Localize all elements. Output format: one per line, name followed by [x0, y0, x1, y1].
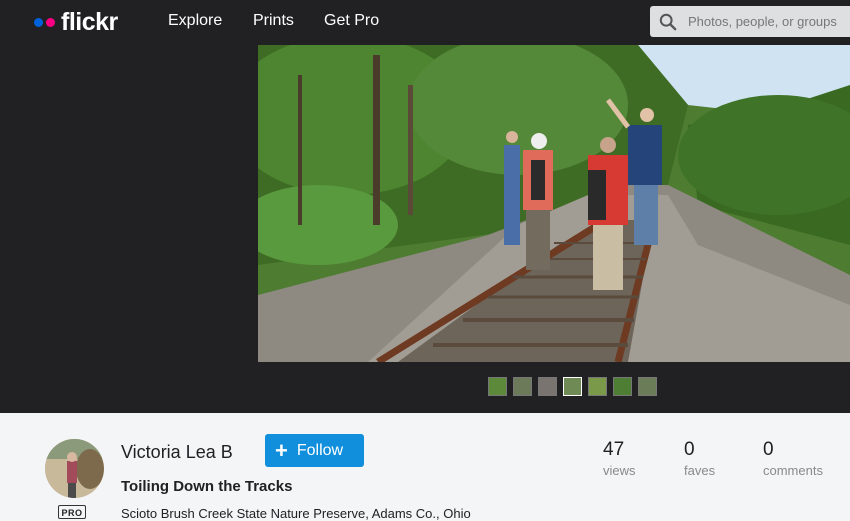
- thumbnail[interactable]: [513, 377, 532, 396]
- photo-viewer: [0, 44, 850, 413]
- comments-label: comments: [763, 463, 823, 478]
- search-icon[interactable]: [659, 13, 677, 31]
- nav-explore[interactable]: Explore: [168, 12, 222, 30]
- logo-blue-dot: [34, 17, 43, 27]
- logo-pink-dot: [46, 17, 55, 27]
- thumbnail[interactable]: [588, 377, 607, 396]
- plus-icon: +: [275, 437, 288, 463]
- faves-label: faves: [684, 463, 716, 478]
- thumbnail[interactable]: [638, 377, 657, 396]
- follow-label: Follow: [296, 441, 344, 459]
- nav-get-pro[interactable]: Get Pro: [324, 12, 379, 30]
- thumbnail-current[interactable]: [563, 377, 582, 396]
- top-nav-bar: flickr Explore Prints Get Pro: [0, 0, 850, 44]
- avatar-image: [45, 439, 104, 498]
- stat-comments: 0 comments: [763, 439, 823, 479]
- comments-count: 0: [763, 439, 774, 460]
- stat-faves: 0 faves: [684, 439, 716, 479]
- owner-avatar[interactable]: [45, 439, 104, 498]
- photo-title: Toiling Down the Tracks: [121, 478, 293, 495]
- views-label: views: [603, 463, 636, 478]
- owner-name[interactable]: Victoria Lea B: [121, 442, 233, 463]
- stat-views: 47 views: [603, 439, 636, 479]
- search-input[interactable]: [688, 6, 850, 37]
- main-photo[interactable]: [258, 45, 850, 362]
- search-box: [650, 6, 850, 37]
- photo-illustration: [258, 45, 850, 362]
- flickr-logo[interactable]: flickr: [34, 8, 118, 36]
- follow-button[interactable]: + Follow: [265, 434, 364, 467]
- logo-text: flickr: [61, 8, 118, 36]
- photo-description: Scioto Brush Creek State Nature Preserve…: [121, 506, 471, 521]
- thumbnail[interactable]: [613, 377, 632, 396]
- pro-badge: PRO: [58, 505, 86, 519]
- photostream-thumbnails: [488, 377, 657, 396]
- views-count: 47: [603, 439, 625, 460]
- faves-count: 0: [684, 439, 695, 460]
- thumbnail[interactable]: [488, 377, 507, 396]
- thumbnail[interactable]: [538, 377, 557, 396]
- photo-info-panel: PRO Victoria Lea B + Follow Toiling Down…: [0, 413, 850, 521]
- nav-prints[interactable]: Prints: [253, 12, 294, 30]
